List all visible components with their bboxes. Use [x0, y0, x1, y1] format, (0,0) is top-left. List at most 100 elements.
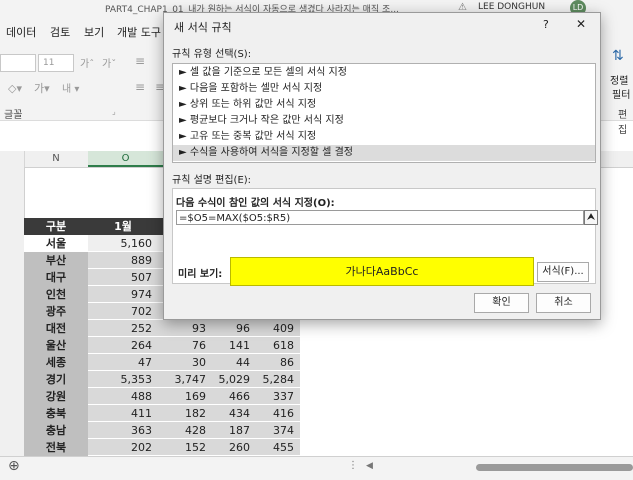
tab-view[interactable]: 보기	[84, 24, 104, 40]
value-cell[interactable]: 5,353	[88, 371, 158, 388]
rule-type-item[interactable]: ► 상위 또는 하위 값만 서식 지정	[173, 97, 595, 113]
value-cell[interactable]: 466	[212, 388, 256, 405]
horizontal-scrollbar[interactable]	[476, 464, 633, 471]
table-row: 세종 47 30 44 86	[24, 354, 300, 372]
tab-data[interactable]: 데이터	[6, 24, 36, 40]
value-cell[interactable]: 96	[212, 320, 256, 337]
tab-developer[interactable]: 개발 도구	[117, 24, 161, 40]
collapse-dialog-icon[interactable]: ⮝	[584, 210, 598, 225]
table-header-cell[interactable]: 1월	[88, 218, 158, 235]
region-cell[interactable]: 충북	[24, 405, 88, 423]
rule-type-item-selected[interactable]: ► 수식을 사용하여 서식을 지정할 셀 결정	[173, 145, 595, 161]
value-cell[interactable]: 5,160	[88, 235, 158, 252]
add-sheet-icon[interactable]: ⊕	[8, 458, 20, 474]
rule-type-list[interactable]: ► 셀 값을 기준으로 모든 셀의 서식 지정 ► 다음을 포함하는 셀만 서식…	[172, 63, 596, 163]
user-name: LEE DONGHUN	[478, 2, 546, 12]
value-cell[interactable]: 30	[158, 354, 212, 371]
value-cell[interactable]: 182	[158, 405, 212, 422]
value-cell[interactable]: 428	[158, 422, 212, 439]
value-cell[interactable]: 374	[256, 422, 300, 439]
ok-button[interactable]: 확인	[474, 293, 529, 313]
region-cell[interactable]: 강원	[24, 388, 88, 406]
value-cell[interactable]: 5,029	[212, 371, 256, 388]
align-left-icon[interactable]: ≡	[135, 80, 145, 94]
group-font-label: 글꼴	[4, 110, 23, 121]
value-cell[interactable]: 3,747	[158, 371, 212, 388]
column-header-n[interactable]: N	[24, 151, 89, 167]
table-row: 강원 488 169 466 337	[24, 388, 300, 406]
value-cell[interactable]: 5,284	[256, 371, 300, 388]
value-cell[interactable]: 409	[256, 320, 300, 337]
help-button[interactable]: ?	[543, 18, 549, 31]
grow-font-icon[interactable]: 가ˆ	[80, 55, 94, 70]
rule-type-item[interactable]: ► 평균보다 크거나 작은 값만 서식 지정	[173, 113, 595, 129]
value-cell[interactable]: 264	[88, 337, 158, 354]
region-cell[interactable]: 서울	[24, 235, 88, 253]
value-cell[interactable]: 337	[256, 388, 300, 405]
value-cell[interactable]: 93	[158, 320, 212, 337]
region-cell[interactable]: 전북	[24, 439, 88, 457]
value-cell[interactable]: 86	[256, 354, 300, 371]
region-cell[interactable]: 광주	[24, 303, 88, 321]
dialog-title: 새 서식 규칙	[174, 21, 232, 34]
shrink-font-icon[interactable]: 가ˇ	[102, 55, 116, 70]
dialog-launcher-icon[interactable]: ⌟	[112, 107, 116, 116]
value-cell[interactable]: 974	[88, 286, 158, 303]
rule-type-item[interactable]: ► 고유 또는 중복 값만 서식 지정	[173, 129, 595, 145]
more-icon[interactable]: ⋮	[348, 460, 358, 471]
value-cell[interactable]: 416	[256, 405, 300, 422]
value-cell[interactable]: 141	[212, 337, 256, 354]
table-row: 충남 363 428 187 374	[24, 422, 300, 440]
value-cell[interactable]: 202	[88, 439, 158, 456]
value-cell[interactable]: 889	[88, 252, 158, 269]
value-cell[interactable]: 434	[212, 405, 256, 422]
sort-label[interactable]: 정렬	[610, 72, 628, 87]
table-row: 울산 264 76 141 618	[24, 337, 300, 355]
region-cell[interactable]: 부산	[24, 252, 88, 270]
region-cell[interactable]: 인천	[24, 286, 88, 304]
rule-type-item[interactable]: ► 셀 값을 기준으로 모든 셀의 서식 지정	[173, 65, 595, 81]
font-color-icon[interactable]: 가▾	[34, 80, 50, 96]
table-row: 전북 202 152 260 455	[24, 439, 300, 457]
value-cell[interactable]: 702	[88, 303, 158, 320]
fill-color-icon[interactable]: ◇▾	[8, 82, 22, 95]
rule-type-item[interactable]: ► 다음을 포함하는 셀만 서식 지정	[173, 81, 595, 97]
region-cell[interactable]: 경기	[24, 371, 88, 389]
region-cell[interactable]: 대구	[24, 269, 88, 287]
value-cell[interactable]: 252	[88, 320, 158, 337]
region-cell[interactable]: 충남	[24, 422, 88, 440]
value-cell[interactable]: 44	[212, 354, 256, 371]
value-cell[interactable]: 169	[158, 388, 212, 405]
column-header-o[interactable]: O	[88, 151, 164, 167]
formula-label: 다음 수식이 참인 값의 서식 지정(O):	[176, 198, 335, 209]
value-cell[interactable]: 618	[256, 337, 300, 354]
filter-label[interactable]: 필터	[612, 86, 630, 101]
value-cell[interactable]: 455	[256, 439, 300, 456]
region-cell[interactable]: 세종	[24, 354, 88, 372]
tab-review[interactable]: 검토	[50, 24, 70, 40]
region-cell[interactable]: 대전	[24, 320, 88, 338]
value-cell[interactable]: 363	[88, 422, 158, 439]
font-name-box[interactable]	[0, 54, 36, 72]
align-top-icon[interactable]: ≡	[135, 54, 145, 68]
value-cell[interactable]: 47	[88, 354, 158, 371]
format-button[interactable]: 서식(F)...	[537, 262, 589, 282]
value-cell[interactable]: 187	[212, 422, 256, 439]
scroll-left-icon[interactable]: ◀	[366, 461, 373, 471]
value-cell[interactable]: 260	[212, 439, 256, 456]
cancel-button[interactable]: 취소	[536, 293, 591, 313]
formula-input[interactable]: =$O5=MAX($O5:$R5)	[176, 210, 584, 225]
phonetic-icon[interactable]: 내 ▾	[62, 80, 79, 95]
value-cell[interactable]: 507	[88, 269, 158, 286]
value-cell[interactable]: 76	[158, 337, 212, 354]
rule-edit-label: 규칙 설명 편집(E):	[172, 175, 252, 186]
font-size-box[interactable]: 11	[38, 54, 74, 72]
row-headers	[0, 167, 25, 457]
sort-filter-icon[interactable]: ⇅	[612, 48, 624, 64]
close-icon[interactable]: ✕	[576, 17, 586, 31]
region-cell[interactable]: 울산	[24, 337, 88, 355]
value-cell[interactable]: 411	[88, 405, 158, 422]
table-header-cell[interactable]: 구분	[24, 218, 88, 235]
value-cell[interactable]: 152	[158, 439, 212, 456]
value-cell[interactable]: 488	[88, 388, 158, 405]
